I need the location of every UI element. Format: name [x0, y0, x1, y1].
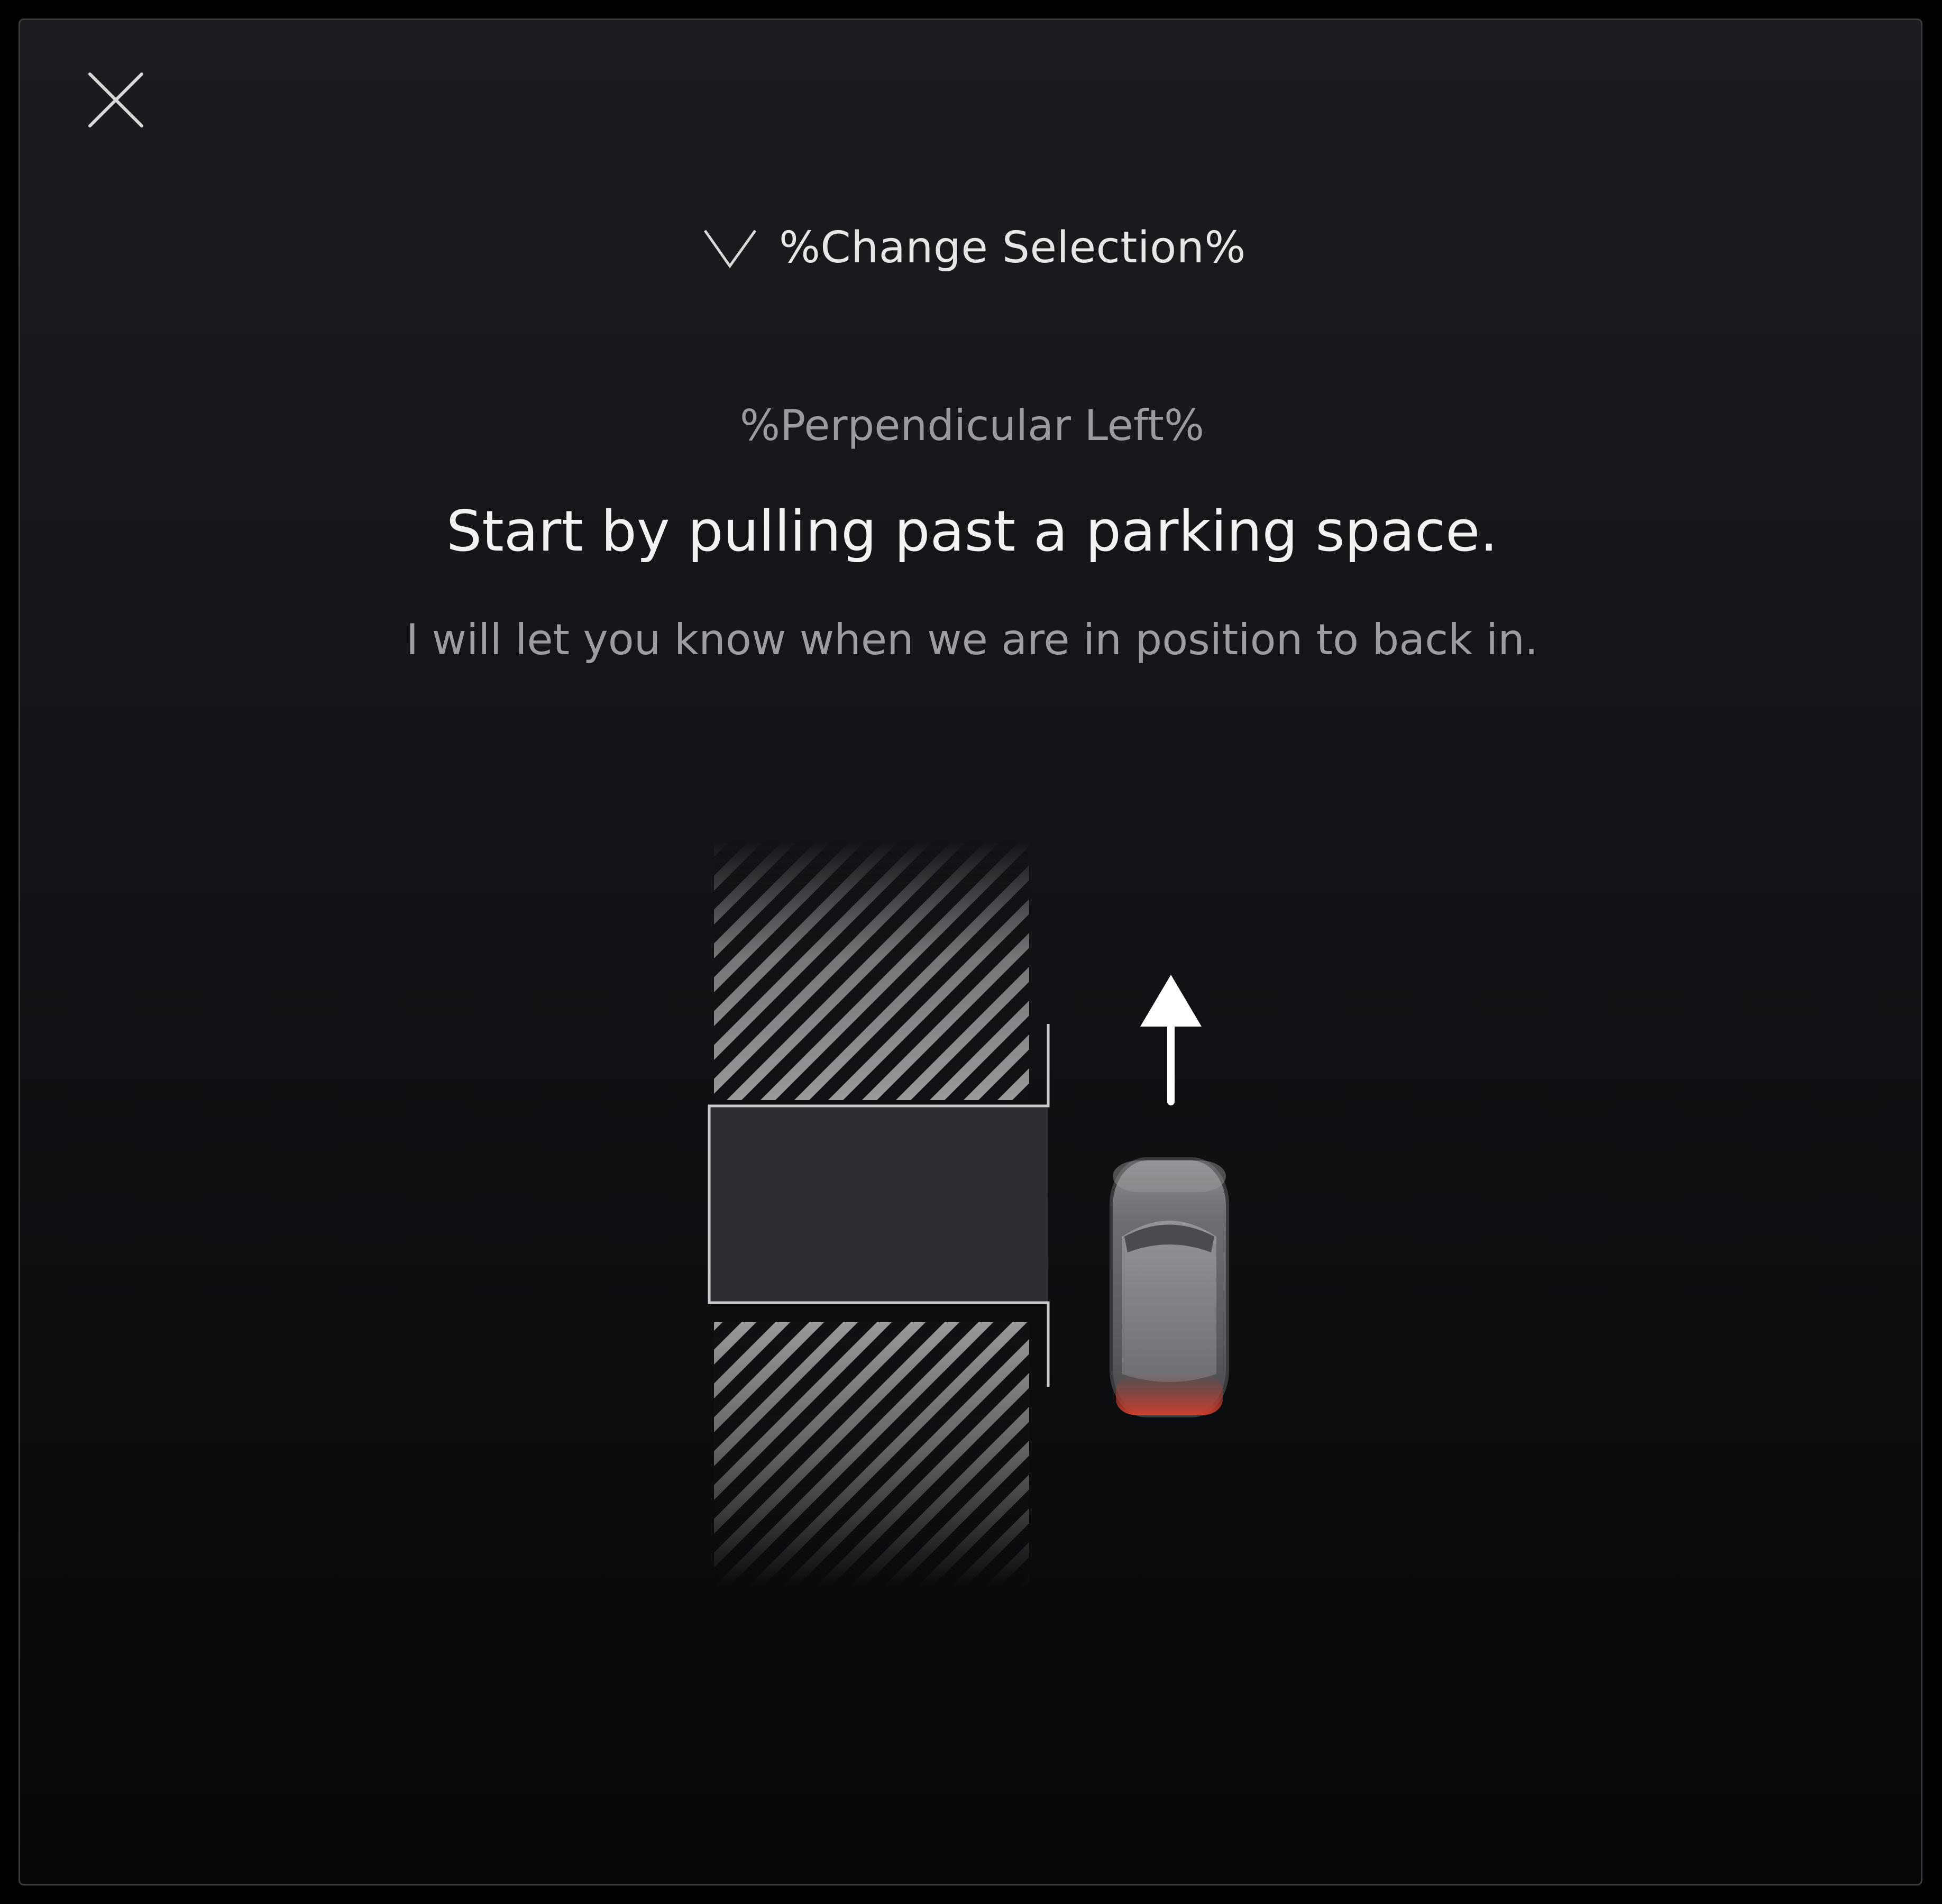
parking-illustration	[708, 840, 1229, 1587]
hatched-area-top	[714, 840, 1029, 1100]
hatched-area-bottom	[714, 1322, 1029, 1587]
park-assist-panel: %Change Selection% %Perpendicular Left% …	[19, 19, 1922, 1885]
arrow-up-icon	[1140, 975, 1202, 1105]
car-icon	[1110, 1157, 1229, 1417]
